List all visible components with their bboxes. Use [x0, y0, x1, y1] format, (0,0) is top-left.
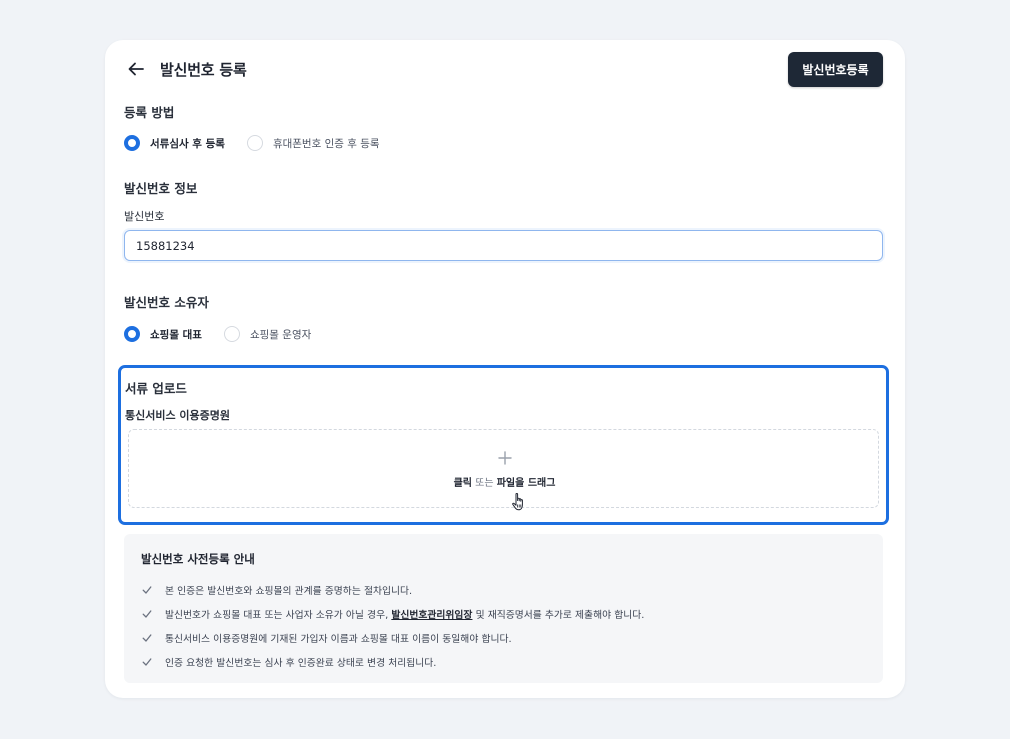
- notice-item-text: 본 인증은 발신번호와 쇼핑몰의 관계를 증명하는 절차입니다.: [165, 586, 413, 597]
- radio-document-review[interactable]: 서류심사 후 등록: [124, 135, 225, 151]
- radio-unchecked-indicator: [223, 326, 240, 342]
- dropzone-hint: 클릭 또는 파일을 드래그: [129, 474, 880, 489]
- number-info-title: 발신번호 정보: [124, 181, 198, 196]
- notice-item: 본 인증은 발신번호와 쇼핑몰의 관계를 증명하는 절차입니다.: [142, 578, 644, 602]
- notice-text-before: 발신번호가 쇼핑몰 대표 또는 사업자 소유가 아닐 경우,: [165, 610, 392, 621]
- notice-item: 통신서비스 이용증명원에 기재된 가입자 이름과 쇼핑몰 대표 이름이 동일해야…: [142, 626, 644, 650]
- radio-phone-verification[interactable]: 휴대폰번호 인증 후 등록: [246, 135, 380, 151]
- notice-item: 발신번호가 쇼핑몰 대표 또는 사업자 소유가 아닐 경우, 발신번호관리위임장…: [142, 602, 644, 626]
- registration-method-radio-group: 서류심사 후 등록 휴대폰번호 인증 후 등록: [124, 135, 402, 151]
- radio-shop-representative[interactable]: 쇼핑몰 대표: [124, 326, 202, 342]
- check-icon: [142, 610, 152, 618]
- radio-unchecked-indicator: [246, 135, 263, 151]
- notice-title: 발신번호 사전등록 안내: [141, 552, 255, 566]
- notice-item: 인증 요청한 발신번호는 심사 후 인증완료 상태로 변경 처리됩니다.: [142, 650, 644, 674]
- arrow-left-icon[interactable]: [127, 60, 145, 78]
- radio-shop-operator[interactable]: 쇼핑몰 운영자: [223, 326, 312, 342]
- upload-title: 서류 업로드: [125, 381, 187, 396]
- file-dropzone[interactable]: 클릭 또는 파일을 드래그: [128, 429, 880, 511]
- register-number-button[interactable]: 발신번호등록: [788, 52, 883, 87]
- radio-checked-indicator: [124, 135, 140, 151]
- radio-label: 휴대폰번호 인증 후 등록: [272, 137, 380, 150]
- hint-drag: 파일을 드래그: [496, 478, 556, 489]
- radio-label: 쇼핑몰 운영자: [249, 328, 312, 341]
- header: 발신번호 등록 발신번호등록: [105, 40, 905, 100]
- registration-method-title: 등록 방법: [124, 105, 175, 120]
- check-icon: [142, 658, 152, 666]
- upload-doc-label: 통신서비스 이용증명원: [125, 409, 231, 422]
- notice-item-text: 통신서비스 이용증명원에 기재된 가입자 이름과 쇼핑몰 대표 이름이 동일해야…: [165, 634, 512, 645]
- owner-radio-group: 쇼핑몰 대표 쇼핑몰 운영자: [124, 326, 333, 342]
- radio-checked-indicator: [124, 326, 140, 342]
- document-upload-section: 서류 업로드 통신서비스 이용증명원 클릭 또는 파일을 드래그: [118, 365, 889, 525]
- sender-number-input[interactable]: [124, 230, 883, 261]
- check-icon: [142, 586, 152, 594]
- notice-item-text: 인증 요청한 발신번호는 심사 후 인증완료 상태로 변경 처리됩니다.: [165, 658, 437, 669]
- registration-card: 발신번호 등록 발신번호등록 등록 방법 서류심사 후 등록 휴대폰번호 인증 …: [105, 40, 905, 698]
- owner-title: 발신번호 소유자: [124, 295, 209, 310]
- hint-or: 또는: [471, 478, 497, 489]
- notice-list: 본 인증은 발신번호와 쇼핑몰의 관계를 증명하는 절차입니다. 발신번호가 쇼…: [142, 578, 644, 674]
- notice-box: 발신번호 사전등록 안내 본 인증은 발신번호와 쇼핑몰의 관계를 증명하는 절…: [124, 534, 883, 683]
- check-icon: [142, 634, 152, 642]
- number-field-label: 발신번호: [124, 210, 165, 223]
- page-title: 발신번호 등록: [160, 61, 247, 79]
- plus-icon: [498, 451, 512, 465]
- radio-label: 쇼핑몰 대표: [150, 328, 202, 341]
- hand-pointer-icon: [512, 493, 523, 511]
- delegation-letter-link[interactable]: 발신번호관리위임장: [391, 610, 472, 621]
- notice-text-after: 및 재직증명서를 추가로 제출해야 합니다.: [472, 610, 645, 621]
- hint-click: 클릭: [453, 478, 472, 489]
- notice-item-text: 발신번호가 쇼핑몰 대표 또는 사업자 소유가 아닐 경우, 발신번호관리위임장…: [165, 607, 644, 621]
- radio-label: 서류심사 후 등록: [150, 137, 225, 150]
